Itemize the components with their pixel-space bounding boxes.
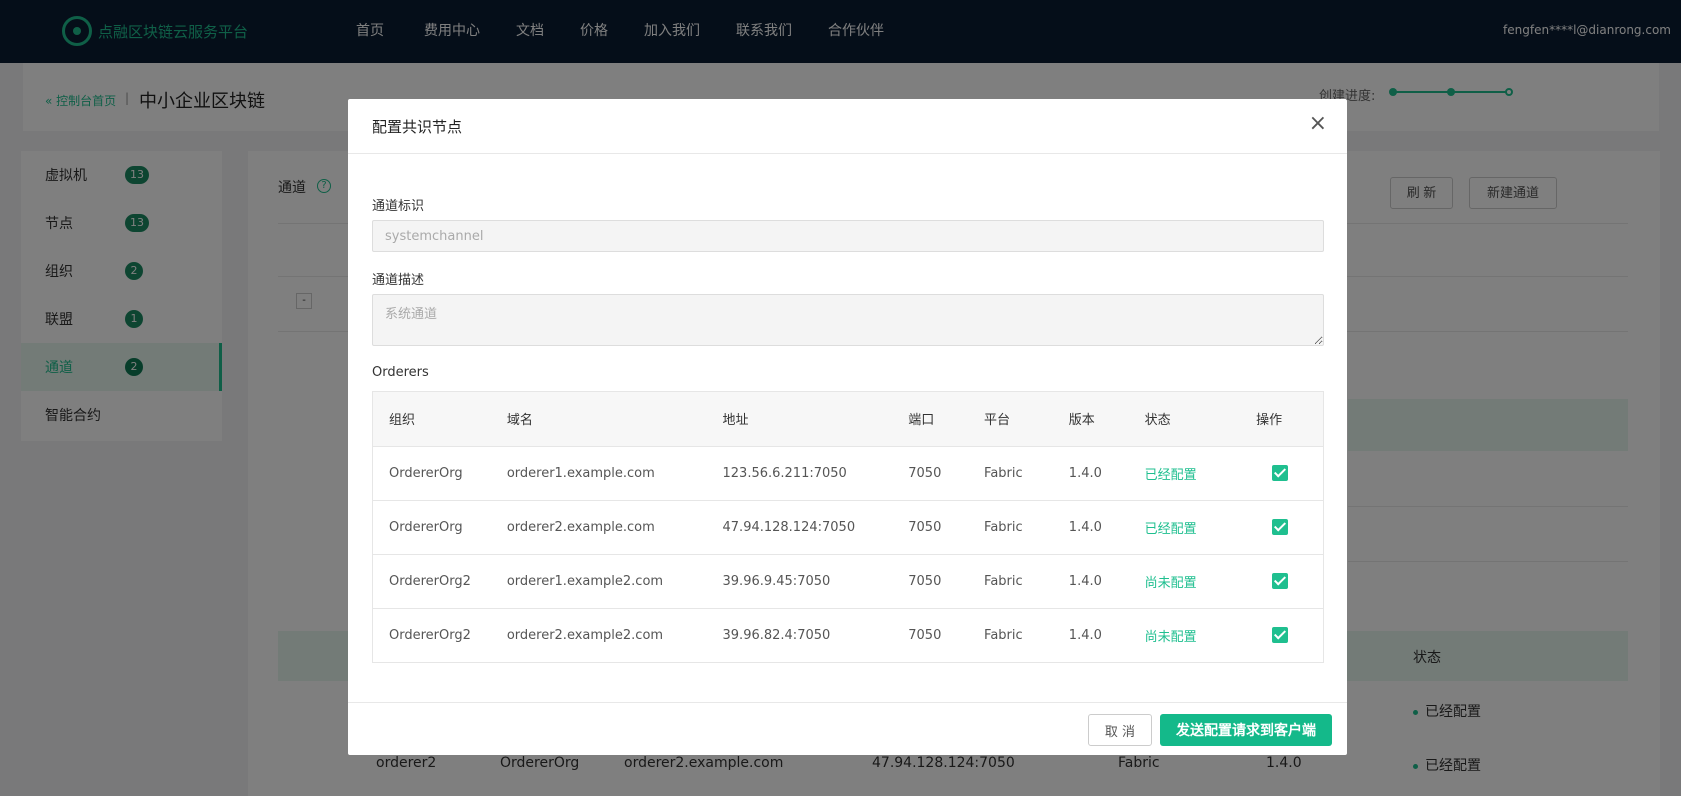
cell-org: OrdererOrg2 xyxy=(373,554,507,609)
cell-version: 1.4.0 xyxy=(1068,500,1145,555)
cell-action xyxy=(1256,500,1323,555)
col-header-version: 版本 xyxy=(1068,392,1145,447)
cell-version: 1.4.0 xyxy=(1068,446,1145,501)
channel-id-field[interactable] xyxy=(372,220,1324,252)
cell-port: 7050 xyxy=(908,446,985,501)
orderers-table: 组织 域名 地址 端口 平台 版本 状态 操作 OrdererOrg order… xyxy=(372,391,1324,663)
col-header-port: 端口 xyxy=(908,392,985,447)
checkbox[interactable] xyxy=(1272,465,1289,481)
modal-header: 配置共识节点 × xyxy=(348,99,1347,154)
cell-platform: Fabric xyxy=(984,627,1023,643)
cell-action xyxy=(1256,554,1323,609)
table-header-row: 组织 域名 地址 端口 平台 版本 状态 操作 xyxy=(373,392,1323,447)
cell-platform: Fabric xyxy=(984,446,1069,501)
checkbox[interactable] xyxy=(1272,519,1289,535)
send-config-button[interactable]: 发送配置请求到客户端 xyxy=(1160,714,1332,746)
orderers-label: Orderers xyxy=(372,365,429,380)
channel-id-label: 通道标识 xyxy=(372,199,425,214)
cell-port: 7050 xyxy=(908,500,985,555)
cell-domain: orderer2.example2.com xyxy=(506,627,664,643)
cell-action xyxy=(1256,446,1323,501)
col-header-org: 组织 xyxy=(373,392,507,447)
cell-domain: orderer2.example.com xyxy=(506,500,723,555)
col-header-status: 状态 xyxy=(1144,392,1257,447)
cancel-button[interactable]: 取 消 xyxy=(1088,714,1152,746)
cell-status: 已经配置 xyxy=(1144,446,1257,501)
modal-footer: 取 消 发送配置请求到客户端 xyxy=(348,702,1347,755)
col-header-platform: 平台 xyxy=(984,392,1069,447)
cell-domain: orderer1.example.com xyxy=(506,446,723,501)
cell-platform: Fabric xyxy=(984,554,1069,609)
table-row: OrdererOrg2 orderer1.example2.com 39.96.… xyxy=(373,554,1323,609)
cell-status: 已经配置 xyxy=(1144,500,1257,555)
configure-consensus-modal: 配置共识节点 × 通道标识 通道描述 系统通道 Orderers 组织 域名 地… xyxy=(348,99,1347,755)
cell-org: OrdererOrg xyxy=(373,446,507,501)
cell-org: OrdererOrg xyxy=(373,500,507,555)
col-header-address: 地址 xyxy=(722,392,909,447)
col-header-action: 操作 xyxy=(1256,392,1323,447)
table-row: OrdererOrg2 orderer2.example2.com 39.96.… xyxy=(373,608,1323,662)
close-icon[interactable]: × xyxy=(1309,113,1327,135)
table-row: OrdererOrg orderer2.example.com 47.94.12… xyxy=(373,500,1323,555)
cell-version: 1.4.0 xyxy=(1068,554,1145,609)
channel-desc-label: 通道描述 xyxy=(372,273,425,288)
checkbox[interactable] xyxy=(1272,627,1289,644)
checkbox[interactable] xyxy=(1272,573,1289,589)
cell-status: 尚未配置 xyxy=(1144,629,1197,645)
cell-address: 39.96.82.4:7050 xyxy=(722,627,831,643)
cell-port: 7050 xyxy=(908,627,942,643)
cell-version: 1.4.0 xyxy=(1068,627,1102,643)
cell-address: 39.96.9.45:7050 xyxy=(722,554,909,609)
table-row: OrdererOrg orderer1.example.com 123.56.6… xyxy=(373,446,1323,501)
cell-platform: Fabric xyxy=(984,500,1069,555)
cell-org: OrdererOrg2 xyxy=(389,627,471,643)
cell-port: 7050 xyxy=(908,554,985,609)
cell-address: 123.56.6.211:7050 xyxy=(722,446,909,501)
channel-desc-field[interactable]: 系统通道 xyxy=(372,294,1324,346)
modal-title: 配置共识节点 xyxy=(372,118,463,136)
cell-domain: orderer1.example2.com xyxy=(506,554,723,609)
cell-action xyxy=(1256,608,1323,662)
col-header-domain: 域名 xyxy=(506,392,723,447)
cell-address: 47.94.128.124:7050 xyxy=(722,500,909,555)
cell-status: 尚未配置 xyxy=(1144,554,1257,609)
